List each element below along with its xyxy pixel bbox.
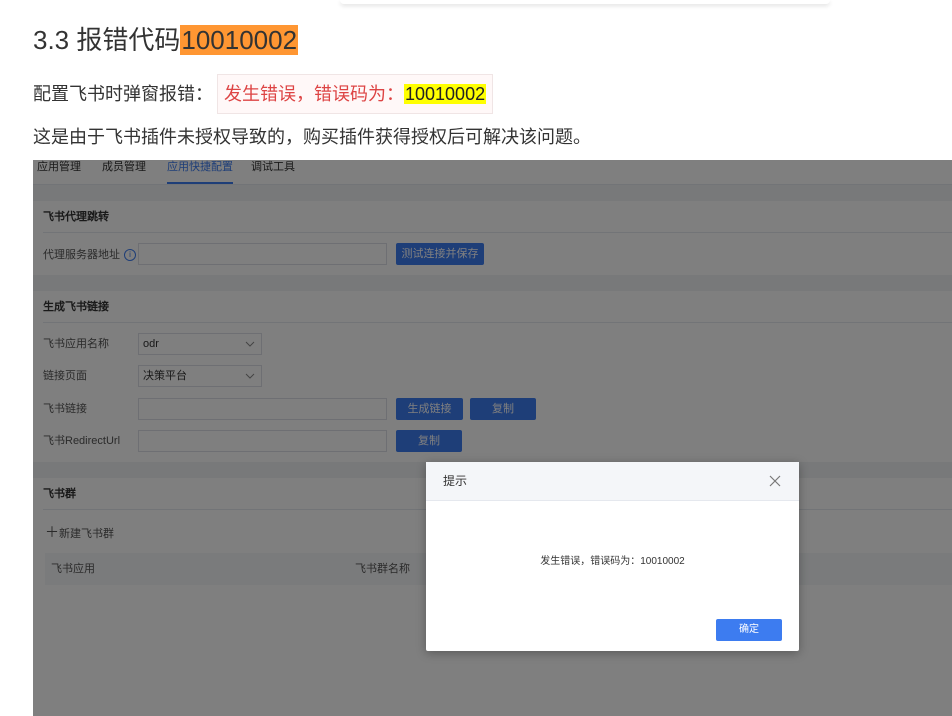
error-code-box: 发生错误，错误码为：10010002 (217, 74, 494, 114)
embedded-screenshot: 应用管理 成员管理 应用快捷配置 调试工具 飞书代理跳转 代理服务器地址i 测试… (33, 160, 952, 716)
dialog-message: 发生错误，错误码为：10010002 (540, 556, 685, 567)
explanation-text: 这是由于飞书插件未授权导致的，购买插件获得授权后可解决该问题。 (33, 127, 591, 147)
section-heading: 3.3 报错代码10010002 (33, 22, 299, 58)
error-red-text: 发生错误，错误码为： (224, 84, 404, 104)
error-description: 配置飞书时弹窗报错： 发生错误，错误码为：10010002 (33, 74, 494, 114)
confirm-button[interactable]: 确定 (716, 619, 782, 641)
close-icon[interactable] (769, 475, 781, 487)
error-code-highlight: 10010002 (404, 84, 487, 104)
heading-text: 3.3 报错代码 (33, 25, 181, 55)
dialog-title: 提示 (443, 474, 468, 488)
error-lead-text: 配置飞书时弹窗报错： (33, 84, 213, 104)
dialog-header: 提示 (426, 462, 799, 501)
top-edge-shadow (340, 0, 830, 4)
error-dialog: 提示 发生错误，错误码为：10010002 确定 (426, 462, 799, 651)
heading-code-highlight: 10010002 (180, 25, 299, 55)
